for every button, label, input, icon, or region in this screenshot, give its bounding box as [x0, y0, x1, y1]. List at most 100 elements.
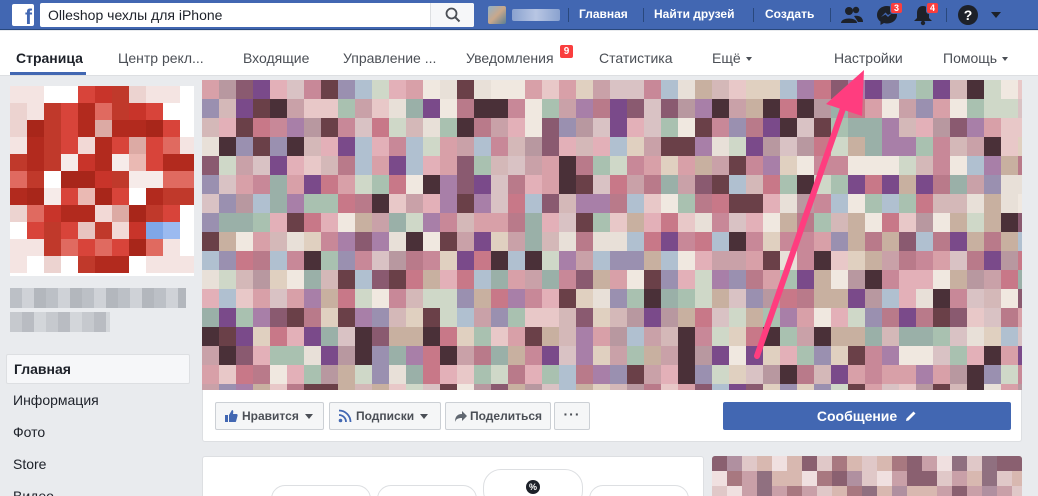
- card-pill[interactable]: [589, 485, 689, 496]
- cover-pixel: [542, 99, 559, 118]
- send-message-button[interactable]: Сообщение: [723, 402, 1011, 430]
- cover-pixel: [933, 213, 950, 232]
- profile-pixel: [180, 154, 194, 171]
- left-menu-item-photos[interactable]: Фото: [6, 416, 190, 448]
- cover-pixel: [304, 80, 321, 99]
- card-pill[interactable]: [271, 485, 371, 496]
- cover-pixel: [593, 251, 610, 270]
- cover-pixel: [338, 251, 355, 270]
- cover-pixel: [406, 251, 423, 270]
- cover-pixel: [627, 327, 644, 346]
- cover-pixel: [576, 156, 593, 175]
- tab-settings[interactable]: Настройки: [834, 50, 903, 66]
- profile-pixel: [61, 222, 78, 239]
- cover-pixel: [270, 194, 287, 213]
- follow-button[interactable]: Подписки: [329, 402, 441, 430]
- profile-pixel: [78, 120, 95, 137]
- cover-pixel: [763, 251, 780, 270]
- friend-requests-button[interactable]: [840, 4, 864, 26]
- cover-pixel: [542, 175, 559, 194]
- card-pixel: [922, 456, 937, 471]
- profile-pixel: [95, 86, 112, 103]
- cover-pixel: [236, 289, 253, 308]
- cover-pixel: [780, 156, 797, 175]
- cover-pixel: [1018, 270, 1022, 289]
- cover-pixel: [525, 194, 542, 213]
- cover-pixel: [610, 308, 627, 327]
- cover-pixel: [780, 137, 797, 156]
- cover-pixel: [321, 327, 338, 346]
- cover-pixel: [644, 194, 661, 213]
- facebook-logo-icon[interactable]: f: [12, 4, 34, 29]
- more-options-button[interactable]: ···: [554, 402, 590, 430]
- create-link[interactable]: Создать: [765, 7, 814, 21]
- home-link[interactable]: Главная: [579, 7, 628, 21]
- find-friends-link[interactable]: Найти друзей: [654, 7, 734, 21]
- profile-pixel: [44, 256, 61, 273]
- tab-manage[interactable]: Управление ...: [343, 50, 436, 66]
- cover-pixel: [1001, 289, 1018, 308]
- cover-pixel: [695, 346, 712, 365]
- tab-ad-center[interactable]: Центр рекл...: [118, 50, 204, 66]
- account-menu-chevron-down-icon[interactable]: [991, 12, 1001, 18]
- left-menu-item-store[interactable]: Store: [6, 448, 190, 480]
- cover-pixel: [338, 99, 355, 118]
- cover-pixel: [236, 213, 253, 232]
- cover-pixel: [338, 365, 355, 384]
- cover-pixel: [814, 289, 831, 308]
- cover-pixel: [865, 327, 882, 346]
- like-button[interactable]: Нравится: [215, 402, 324, 430]
- cover-pixel: [270, 308, 287, 327]
- profile-pixel: [44, 154, 61, 171]
- cover-pixel: [525, 270, 542, 289]
- cover-pixel: [984, 118, 1001, 137]
- tab-more[interactable]: Ещё: [712, 50, 752, 66]
- messenger-button[interactable]: 3: [876, 2, 904, 26]
- tab-help[interactable]: Помощь: [943, 50, 1009, 66]
- search-button[interactable]: [430, 3, 474, 27]
- cover-pixel: [780, 194, 797, 213]
- notifications-button[interactable]: 4: [912, 2, 940, 26]
- cover-pixel: [984, 289, 1001, 308]
- cover-pixel: [661, 251, 678, 270]
- tab-insights[interactable]: Статистика: [599, 50, 673, 66]
- cover-pixel: [525, 289, 542, 308]
- active-tab-underline: [10, 72, 86, 75]
- left-menu-item-about[interactable]: Информация: [6, 384, 190, 416]
- profile-link[interactable]: [488, 6, 560, 24]
- tab-inbox[interactable]: Входящие: [243, 50, 309, 66]
- cover-pixel: [814, 327, 831, 346]
- cover-pixel: [729, 99, 746, 118]
- cover-pixel: [848, 156, 865, 175]
- cover-pixel: [304, 175, 321, 194]
- cover-pixel: [644, 99, 661, 118]
- cover-pixel: [831, 232, 848, 251]
- tab-page[interactable]: Страница: [16, 50, 83, 66]
- cover-pixel: [423, 270, 440, 289]
- share-button[interactable]: Поделиться: [445, 402, 551, 430]
- cover-pixel: [831, 137, 848, 156]
- profile-picture-pixelated[interactable]: [10, 86, 194, 276]
- tab-notifications[interactable]: Уведомления: [466, 50, 554, 66]
- offers-pill[interactable]: %: [483, 469, 583, 496]
- profile-pixel: [27, 256, 44, 273]
- cover-pixel: [559, 175, 576, 194]
- left-menu-item-videos[interactable]: Видео: [6, 480, 190, 496]
- cover-pixel: [899, 365, 916, 384]
- cover-pixel: [865, 289, 882, 308]
- cover-pixel: [491, 137, 508, 156]
- card-pill[interactable]: [377, 485, 477, 496]
- cover-photo-pixelated[interactable]: [202, 80, 1022, 390]
- cover-pixel: [712, 99, 729, 118]
- help-icon[interactable]: ?: [958, 5, 978, 25]
- search-input[interactable]: [40, 3, 430, 27]
- left-menu-item-home[interactable]: Главная: [6, 354, 190, 384]
- cover-pixel: [355, 270, 372, 289]
- profile-pixel: [95, 137, 112, 154]
- cover-pixel: [440, 137, 457, 156]
- cover-pixel: [899, 308, 916, 327]
- cover-pixel: [797, 327, 814, 346]
- cover-pixel: [967, 137, 984, 156]
- send-message-label: Сообщение: [816, 408, 898, 424]
- cover-pixel: [933, 156, 950, 175]
